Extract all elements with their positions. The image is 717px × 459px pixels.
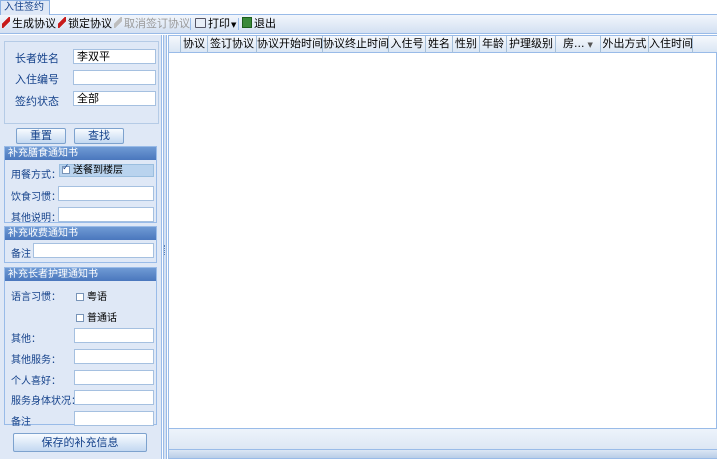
body-condition-input[interactable]: [74, 390, 154, 405]
checkbox-icon: [76, 293, 84, 301]
care-other-label: 其他：: [11, 334, 41, 345]
hobby-label: 个人喜好：: [11, 376, 61, 387]
column-header[interactable]: 协议终止时间: [323, 36, 389, 53]
diet-habit-label: 饮食习惯：: [11, 192, 61, 203]
lang-option-cantonese[interactable]: 粤语: [76, 288, 107, 303]
checkin-no-label: 入住编号: [15, 73, 59, 86]
dropdown-arrow-icon: ▼: [587, 41, 593, 49]
column-header[interactable]: 签订协议: [208, 36, 257, 53]
column-header[interactable]: 入住号: [389, 36, 426, 53]
exit-button[interactable]: 退出: [242, 16, 276, 32]
fee-notice-title: 补充收费通知书: [5, 227, 156, 240]
find-button[interactable]: 查找: [74, 128, 124, 144]
toolbar-separator: [190, 18, 191, 30]
lock-agreement-button[interactable]: 锁定协议: [58, 16, 112, 32]
meal-mode-option[interactable]: 送餐到楼层: [59, 163, 154, 177]
lang-option-cantonese-label: 粤语: [87, 292, 107, 303]
fee-notice-section: 补充收费通知书 备注: [4, 226, 157, 263]
printer-icon: [195, 18, 206, 28]
toolbar: 生成协议 锁定协议 取消签订协议 打印▼ 退出: [0, 15, 717, 34]
panel-splitter[interactable]: [163, 35, 167, 459]
agreement-grid: 协议 签订协议 协议开始时间 协议终止时间 入住号 姓名 性别 年龄 护理级别 …: [168, 35, 717, 459]
fee-note-label: 备注: [11, 249, 31, 260]
fee-note-input[interactable]: [33, 243, 154, 258]
left-panel: 长者姓名 李双平 入住编号 签约状态 全部 重置 查找 补充膳食通知书 用餐方式…: [0, 35, 162, 459]
generate-agreement-label: 生成协议: [12, 17, 56, 30]
other-service-input[interactable]: [74, 349, 154, 364]
print-button[interactable]: 打印▼: [195, 16, 236, 32]
column-header[interactable]: 年龄: [480, 36, 507, 53]
care-notice-title: 补充长者护理通知书: [5, 268, 156, 281]
column-header-room-label: 房...: [563, 37, 585, 50]
diet-other-input[interactable]: [58, 207, 154, 222]
pen-icon: [114, 17, 122, 28]
diet-habit-input[interactable]: [58, 186, 154, 201]
chevron-down-icon: ▼: [231, 21, 237, 29]
grid-header: 协议 签订协议 协议开始时间 协议终止时间 入住号 姓名 性别 年龄 护理级别 …: [169, 36, 717, 53]
diet-notice-section: 补充膳食通知书 用餐方式： 送餐到楼层 饮食习惯： 其他说明：: [4, 146, 157, 224]
tab-bar: 入住签约: [0, 0, 717, 15]
pen-icon: [2, 17, 10, 28]
lock-agreement-label: 锁定协议: [68, 17, 112, 30]
reset-button[interactable]: 重置: [16, 128, 66, 144]
sign-status-label: 签约状态: [15, 95, 59, 108]
splitter-grip: [164, 245, 166, 255]
cancel-sign-label: 取消签订协议: [124, 17, 190, 30]
column-header[interactable]: 协议: [181, 36, 208, 53]
elder-name-label: 长者姓名: [15, 52, 59, 65]
checkbox-icon: [76, 314, 84, 322]
checkin-no-input[interactable]: [73, 70, 156, 85]
horizontal-scrollbar[interactable]: [169, 449, 717, 458]
checkbox-checked-icon: [62, 163, 70, 174]
care-other-input[interactable]: [74, 328, 154, 343]
care-notice-section: 补充长者护理通知书 语言习惯： 粤语 普通话 其他： 其他服务： 个人喜好： 服…: [4, 267, 157, 428]
meal-mode-label: 用餐方式：: [11, 170, 61, 181]
hobby-input[interactable]: [74, 370, 154, 385]
cancel-sign-button[interactable]: 取消签订协议: [114, 16, 190, 32]
sign-status-select[interactable]: 全部: [73, 91, 156, 106]
column-header[interactable]: 协议开始时间: [257, 36, 323, 53]
exit-icon: [242, 17, 252, 28]
save-supplement-button[interactable]: 保存的补充信息: [13, 433, 147, 452]
search-form: 长者姓名 李双平 入住编号 签约状态 全部: [4, 41, 159, 124]
other-service-label: 其他服务：: [11, 355, 61, 366]
column-header[interactable]: 性别: [453, 36, 480, 53]
tab-checkin-sign[interactable]: 入住签约: [0, 0, 50, 15]
grid-row-indicator-header: [169, 36, 181, 53]
toolbar-separator: [238, 18, 239, 30]
care-note-label: 备注: [11, 417, 31, 428]
lang-option-mandarin-label: 普通话: [87, 313, 117, 324]
diet-notice-title: 补充膳食通知书: [5, 147, 156, 160]
column-header[interactable]: 护理级别: [507, 36, 556, 53]
exit-label: 退出: [254, 17, 276, 30]
column-header[interactable]: 入住时间: [649, 36, 693, 53]
body-condition-label: 服务身体状况：: [11, 396, 81, 407]
pen-icon: [58, 17, 66, 28]
care-note-input[interactable]: [74, 411, 154, 426]
grid-footer: [169, 428, 717, 449]
elder-name-input[interactable]: 李双平: [73, 49, 156, 64]
lang-option-mandarin[interactable]: 普通话: [76, 309, 117, 324]
meal-mode-option-label: 送餐到楼层: [73, 165, 123, 176]
column-header[interactable]: 外出方式: [601, 36, 649, 53]
diet-other-label: 其他说明：: [11, 213, 61, 224]
language-habit-label: 语言习惯：: [11, 292, 61, 303]
column-header-room[interactable]: 房... ▼: [556, 36, 601, 53]
column-header[interactable]: 姓名: [426, 36, 453, 53]
print-label: 打印: [208, 17, 230, 30]
generate-agreement-button[interactable]: 生成协议: [2, 16, 56, 32]
